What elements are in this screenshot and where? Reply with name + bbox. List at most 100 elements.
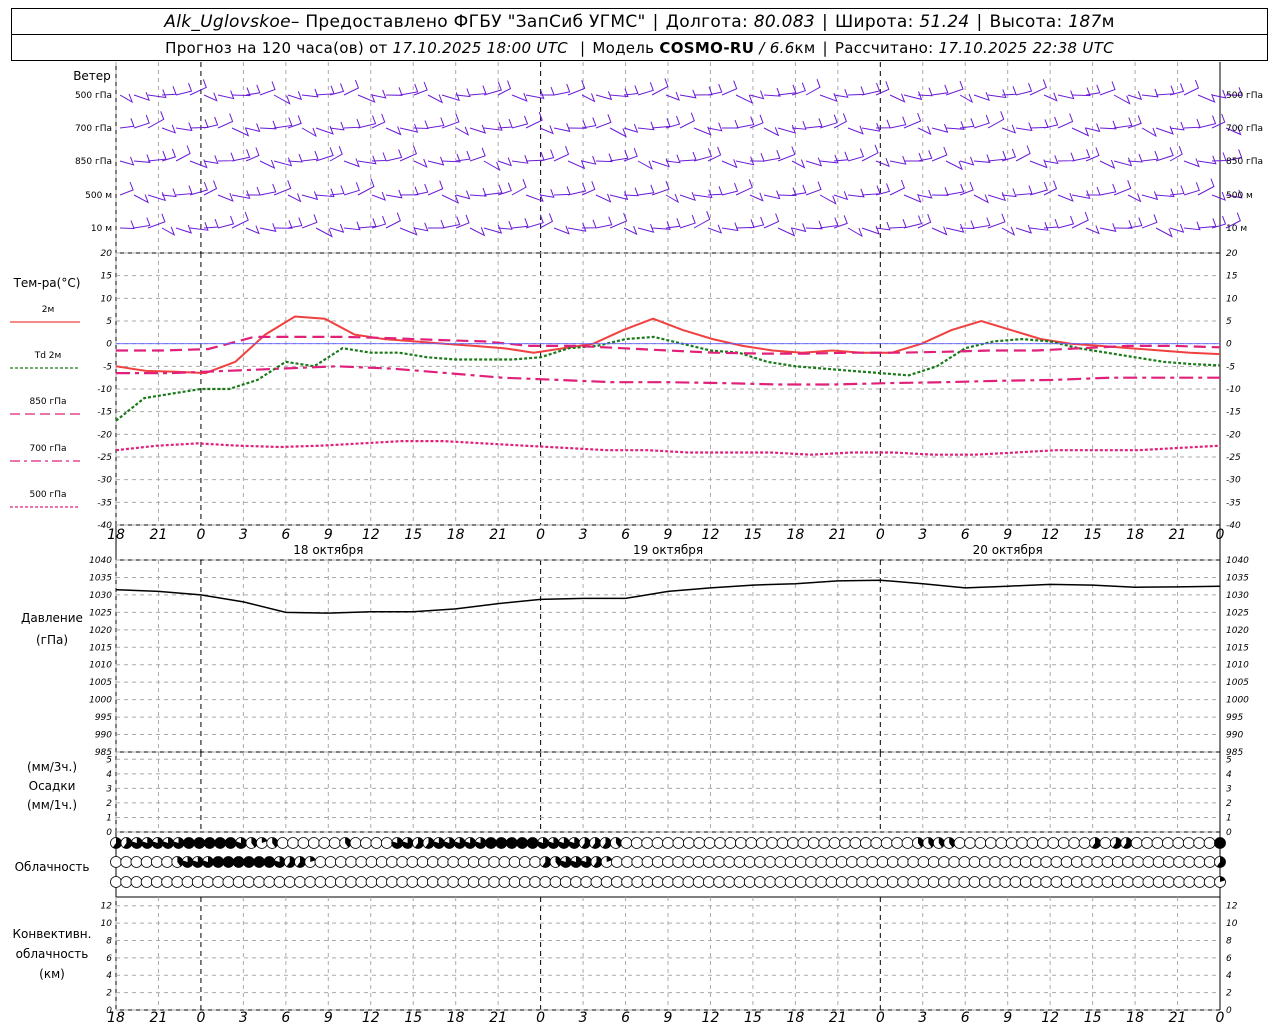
cloud-circle xyxy=(662,856,674,868)
cloud-circle xyxy=(818,837,831,849)
cloud-circle xyxy=(901,837,914,849)
time-label-bottom: 6 xyxy=(621,1010,630,1024)
wind-barb xyxy=(441,216,461,229)
wind-barb xyxy=(1015,82,1033,96)
cloud-circle xyxy=(764,856,777,868)
cloud-circle xyxy=(927,876,940,888)
wind-barb xyxy=(427,180,444,196)
cloud-circle xyxy=(1068,837,1081,849)
wind-barb xyxy=(819,154,839,164)
wind-barb xyxy=(931,84,949,96)
cloud-circle xyxy=(743,876,756,888)
wind-barb xyxy=(847,125,864,135)
cloud-circle xyxy=(191,876,204,888)
cloud-circle xyxy=(641,876,654,888)
wind-barb xyxy=(959,156,975,166)
precip-tick-right: 3 xyxy=(1226,784,1232,794)
wind-barb xyxy=(133,154,151,163)
cloud-circle xyxy=(1193,837,1206,849)
wind-barb xyxy=(1057,113,1074,129)
wind-barb xyxy=(721,222,739,232)
pressure-tick-right: 995 xyxy=(1226,713,1243,723)
wind-barb xyxy=(904,152,923,162)
temp-tick-right: -30 xyxy=(1226,476,1241,486)
time-label-middle: 6 xyxy=(281,527,290,543)
cloud-circle xyxy=(253,876,266,888)
cloud-circle xyxy=(651,876,664,888)
wind-barb xyxy=(511,179,527,196)
meteogram-chart: 20 2015 1510 105 50 0-5 -5-10 -10-15 -15-20 -20-2… xyxy=(10,62,1263,1024)
conv-tick-right: 2 xyxy=(1226,989,1232,999)
wind-barb xyxy=(469,124,487,134)
cloud-circle xyxy=(1182,837,1195,849)
wind-barb xyxy=(679,89,697,99)
wind-barb xyxy=(329,185,345,196)
cloud-circle xyxy=(1162,876,1175,888)
time-label-bottom: 18 xyxy=(1126,1010,1144,1024)
wind-barb xyxy=(385,149,403,162)
time-label-middle: 9 xyxy=(664,527,673,543)
cloud-circle xyxy=(1101,856,1114,868)
wind-barb xyxy=(189,181,208,196)
temp-tick-left: 10 xyxy=(101,294,113,304)
cloud-circle xyxy=(1142,856,1155,868)
cloud-circle xyxy=(815,876,828,888)
time-label-middle: 15 xyxy=(404,527,422,543)
wind-barb xyxy=(693,148,713,162)
wind-barb xyxy=(203,180,218,196)
wind-barb xyxy=(203,155,219,165)
time-label-middle: 6 xyxy=(621,527,630,543)
wind-barb xyxy=(735,94,754,104)
wind-barb xyxy=(329,121,345,131)
cloud-fill xyxy=(225,837,237,849)
temp-tick-left: -20 xyxy=(97,430,112,440)
temp-tick-left: -30 xyxy=(97,476,112,486)
wind-barb xyxy=(973,154,991,163)
cloud-circle xyxy=(1130,837,1143,849)
wind-barb xyxy=(889,116,907,129)
cloud-circle xyxy=(713,856,726,868)
wind-barb xyxy=(637,160,653,170)
date-label: 18 октября xyxy=(293,543,363,557)
wind-barb xyxy=(1113,117,1133,129)
legend-label: 2м xyxy=(42,305,55,315)
cloud-circle xyxy=(938,856,950,868)
cloud-circle xyxy=(1005,837,1018,849)
temp-tick-right: -25 xyxy=(1226,453,1241,463)
cloud-circle xyxy=(140,876,153,888)
wind-barb xyxy=(889,179,906,196)
cloud-circle xyxy=(324,856,337,868)
cloud-circle xyxy=(171,876,184,888)
cloud-circle xyxy=(682,856,695,868)
wind-barb xyxy=(175,82,193,96)
cloud-fill xyxy=(193,837,205,849)
cloud-circle xyxy=(1099,837,1112,849)
temp-tick-left: 0 xyxy=(106,340,112,350)
time-label-middle: 21 xyxy=(150,527,168,543)
wind-barb xyxy=(385,126,402,136)
cloud-circle xyxy=(1142,876,1155,888)
cloud-circle xyxy=(304,876,317,888)
wind-barb xyxy=(315,125,334,135)
wind-barb xyxy=(623,123,639,133)
cloud-circle xyxy=(1203,837,1216,849)
wind-barb xyxy=(1057,152,1075,162)
wind-barb xyxy=(1099,120,1117,130)
cloud-circle xyxy=(386,856,398,868)
cloud-circle xyxy=(570,876,582,888)
temp-tick-right: -40 xyxy=(1226,521,1241,531)
wind-barb xyxy=(1155,227,1173,238)
wind-barb xyxy=(777,227,796,237)
cloud-circle xyxy=(702,856,715,868)
wind-barb xyxy=(287,91,303,101)
temp-tick-left: 20 xyxy=(101,249,113,259)
temp-tick-left: 15 xyxy=(101,272,113,282)
cloud-circle xyxy=(672,837,685,849)
cloud-circle xyxy=(1152,876,1165,888)
conv-tick-left: 10 xyxy=(101,919,113,929)
wind-barb xyxy=(1197,218,1217,229)
wind-barb xyxy=(1029,79,1047,96)
wind-barb xyxy=(1141,88,1159,98)
cloud-circle xyxy=(1070,856,1083,868)
cloud-circle xyxy=(355,856,368,868)
